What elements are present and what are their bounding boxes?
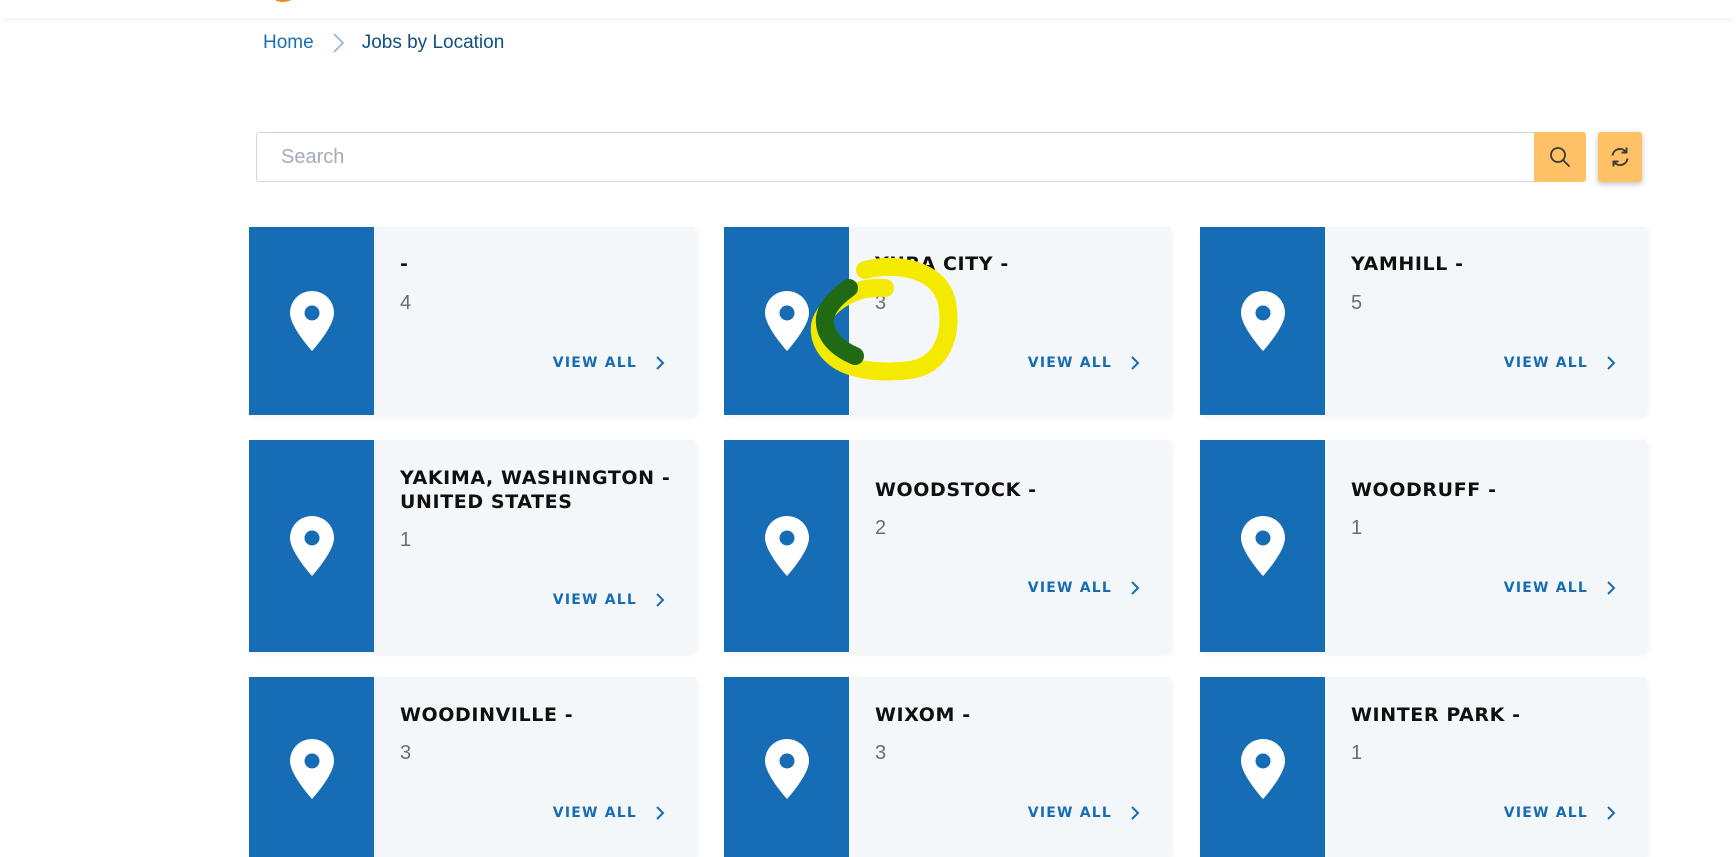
card-icon-panel: [1200, 440, 1325, 652]
location-name: YAMHILL -: [1351, 253, 1464, 275]
location-card[interactable]: WOODRUFF - 1 VIEW ALL: [1200, 440, 1646, 652]
location-name: YUBA CITY -: [875, 253, 1009, 275]
map-pin-icon: [1240, 291, 1285, 351]
map-pin-icon: [289, 739, 334, 799]
view-all-label: VIEW ALL: [1027, 805, 1112, 821]
breadcrumb-current: Jobs by Location: [361, 32, 505, 53]
job-count: 2: [875, 517, 887, 539]
map-pin-icon: [1240, 739, 1285, 799]
view-all-link[interactable]: VIEW ALL: [1028, 805, 1142, 821]
job-count: 4: [400, 292, 412, 314]
chevron-right-icon: [333, 33, 344, 53]
job-count: 5: [1351, 292, 1363, 314]
location-name: WOODINVILLE -: [400, 704, 574, 726]
refresh-icon: [1611, 147, 1629, 167]
search-bar: [256, 132, 1642, 182]
site-logo[interactable]: [268, 0, 298, 2]
view-all-label: VIEW ALL: [552, 805, 637, 821]
location-card[interactable]: YAMHILL - 5 VIEW ALL: [1200, 227, 1646, 415]
view-all-link[interactable]: VIEW ALL: [553, 592, 667, 608]
chevron-right-icon: [1131, 806, 1140, 820]
map-pin-icon: [764, 516, 809, 576]
map-pin-icon: [289, 516, 334, 576]
job-count: 1: [1351, 742, 1363, 764]
breadcrumb: Home Jobs by Location: [263, 30, 504, 56]
location-card[interactable]: WOODSTOCK - 2 VIEW ALL: [724, 440, 1170, 652]
top-header-bar: [0, 0, 1736, 18]
card-icon-panel: [724, 677, 849, 857]
search-button[interactable]: [1534, 132, 1586, 182]
view-all-label: VIEW ALL: [552, 355, 637, 371]
location-card[interactable]: YUBA CITY - 3 VIEW ALL: [724, 227, 1170, 415]
location-name: WIXOM -: [875, 704, 971, 726]
location-card[interactable]: YAKIMA, WASHINGTON - UNITED STATES 1 VIE…: [249, 440, 695, 652]
card-icon-panel: [249, 440, 374, 652]
map-pin-icon: [764, 739, 809, 799]
location-name: -: [400, 253, 409, 275]
chevron-right-icon: [1131, 581, 1140, 595]
chevron-right-icon: [656, 806, 665, 820]
view-all-label: VIEW ALL: [552, 592, 637, 608]
card-icon-panel: [724, 227, 849, 415]
job-count: 3: [875, 292, 887, 314]
card-icon-panel: [249, 677, 374, 857]
map-pin-icon: [764, 291, 809, 351]
location-name: WOODSTOCK -: [875, 479, 1037, 501]
chevron-right-icon: [1131, 356, 1140, 370]
refresh-button[interactable]: [1598, 132, 1642, 182]
chevron-right-icon: [656, 356, 665, 370]
breadcrumb-home-link[interactable]: Home: [263, 32, 314, 54]
search-icon: [1550, 147, 1570, 167]
card-icon-panel: [1200, 227, 1325, 415]
card-icon-panel: [1200, 677, 1325, 857]
job-count: 1: [400, 529, 412, 551]
view-all-label: VIEW ALL: [1503, 580, 1588, 596]
job-count: 3: [400, 742, 412, 764]
chevron-right-icon: [1607, 356, 1616, 370]
location-card[interactable]: WINTER PARK - 1 VIEW ALL: [1200, 677, 1646, 857]
map-pin-icon: [1240, 516, 1285, 576]
view-all-label: VIEW ALL: [1027, 580, 1112, 596]
location-card[interactable]: WOODINVILLE - 3 VIEW ALL: [249, 677, 695, 857]
view-all-label: VIEW ALL: [1503, 805, 1588, 821]
chevron-right-icon: [1607, 806, 1616, 820]
view-all-label: VIEW ALL: [1027, 355, 1112, 371]
chevron-right-icon: [1607, 581, 1616, 595]
view-all-link[interactable]: VIEW ALL: [1028, 580, 1142, 596]
job-count: 3: [875, 742, 887, 764]
view-all-link[interactable]: VIEW ALL: [1504, 805, 1618, 821]
view-all-link[interactable]: VIEW ALL: [1504, 580, 1618, 596]
card-icon-panel: [249, 227, 374, 415]
chevron-right-icon: [656, 593, 665, 607]
job-count: 1: [1351, 517, 1363, 539]
location-name: WOODRUFF -: [1351, 479, 1497, 501]
view-all-link[interactable]: VIEW ALL: [1504, 355, 1618, 371]
location-name: WINTER PARK -: [1351, 704, 1521, 726]
location-name: YAKIMA, WASHINGTON - UNITED STATES: [400, 467, 671, 513]
view-all-link[interactable]: VIEW ALL: [553, 805, 667, 821]
view-all-link[interactable]: VIEW ALL: [553, 355, 667, 371]
view-all-label: VIEW ALL: [1503, 355, 1588, 371]
map-pin-icon: [289, 291, 334, 351]
location-card[interactable]: - 4 VIEW ALL: [249, 227, 695, 415]
search-input[interactable]: [256, 132, 1534, 182]
view-all-link[interactable]: VIEW ALL: [1028, 355, 1142, 371]
card-icon-panel: [724, 440, 849, 652]
location-card[interactable]: WIXOM - 3 VIEW ALL: [724, 677, 1170, 857]
